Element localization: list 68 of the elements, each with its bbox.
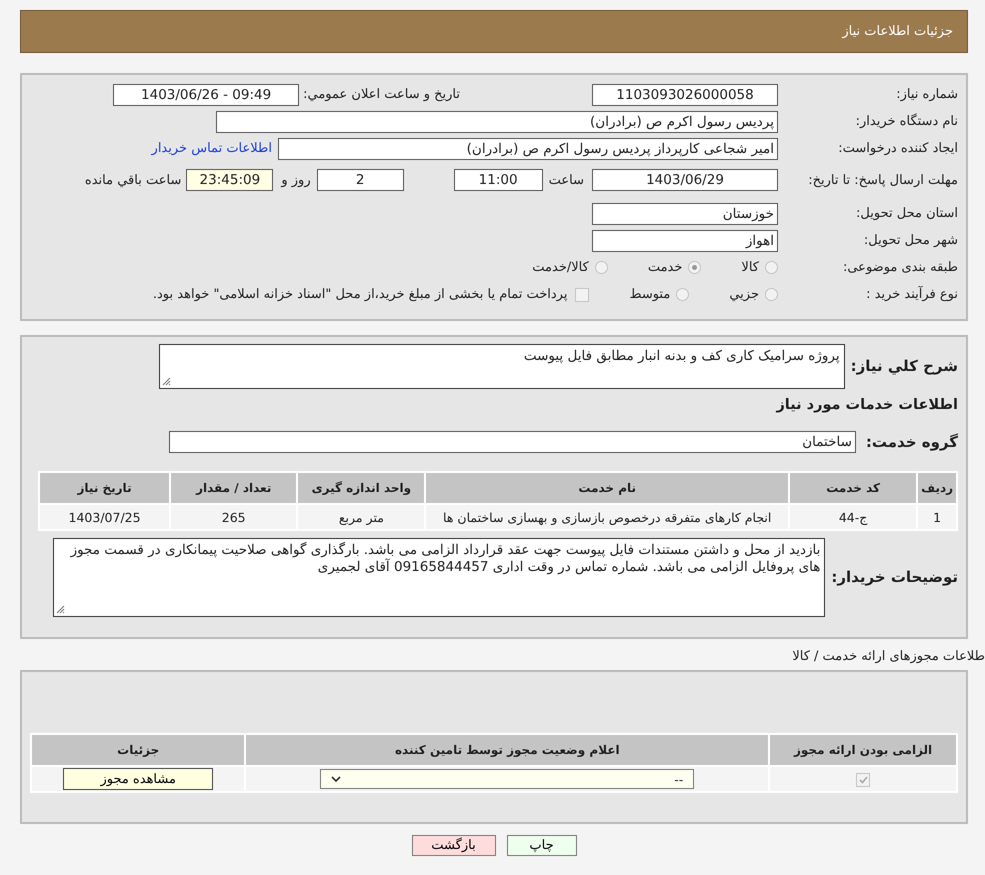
summary-text-area[interactable]: پروژه سرامیک کاری کف و بدنه انبار مطابق فایل پیوست: [158, 344, 845, 388]
buyer-org-field[interactable]: پردیس رسول اکرم ص (برادران): [216, 110, 778, 132]
field-label: استان محل تحویل:: [855, 206, 958, 221]
deadline-time-field[interactable]: 11:00: [454, 169, 543, 191]
print-button[interactable]: چاپ: [506, 835, 576, 856]
column-header: تعداد / مقدار: [170, 472, 298, 504]
section-title: اطلاعات خدمات مورد نیاز: [774, 397, 958, 413]
field-label: تاریخ و ساعت اعلان عمومي:: [303, 87, 460, 102]
checkbox[interactable]: [856, 772, 870, 786]
view-permit-button[interactable]: مشاهده مجوز: [63, 768, 214, 790]
buyer-notes-text-area[interactable]: بازدید از محل و داشتن مستندات فایل پیوست جهت عقد قرارداد الزامی می باشد. بارگذاری گواهی صلاحیت پیمانکاری در قسمت مجوز های پروفایل الزامی می باشد. شماره تماس در وقت اداری 09165844457 آقای لجمیری: [53, 538, 826, 616]
radio-button[interactable]: [594, 261, 608, 274]
radio-label: جزیي: [729, 287, 759, 302]
column-header: کد خدمت: [788, 472, 918, 504]
field-label: گروه خدمت:: [866, 433, 958, 451]
field-label: طبقه بندی موضوعی:: [842, 260, 958, 275]
radio-button[interactable]: [676, 288, 690, 301]
chevron-down-icon: [331, 776, 342, 782]
field-label: شرح کلي نیاز:: [850, 357, 958, 375]
column-header: جزئیات: [31, 734, 246, 766]
radio-label: کالا/خدمت: [532, 260, 589, 275]
field-label: روز و: [281, 172, 311, 188]
city-field[interactable]: اهواز: [592, 230, 778, 252]
column-header: نام خدمت: [425, 472, 789, 504]
need-number-field[interactable]: 1103093026000058: [592, 84, 778, 106]
radio-button[interactable]: [765, 261, 778, 274]
field-label: ساعت: [548, 172, 584, 188]
page-header: جزئیات اطلاعات نیاز: [20, 10, 968, 53]
table-cell: ج-44: [788, 504, 918, 530]
resize-grip-icon[interactable]: [162, 376, 171, 386]
field-label: ساعت باقي مانده: [84, 172, 182, 188]
deadline-date-field[interactable]: 1403/06/29: [592, 169, 778, 191]
check-icon: [858, 776, 868, 784]
days-field[interactable]: 2: [316, 169, 404, 191]
table-cell: 1403/07/25: [39, 504, 170, 530]
buyer-contact-link[interactable]: اطلاعات تماس خریدار: [152, 141, 272, 156]
status-dropdown[interactable]: --: [320, 769, 694, 789]
column-header: ردیف: [917, 472, 957, 504]
column-header: واحد اندازه گیری: [297, 472, 426, 504]
field-label: شماره نیاز:: [895, 87, 958, 102]
province-field[interactable]: خوزستان: [592, 202, 778, 224]
table-cell: متر مربع: [297, 504, 426, 530]
field-label: نوع فرآیند خرید :: [865, 287, 958, 302]
service-group-field[interactable]: ساختمان: [168, 431, 856, 453]
field-label: توضیحات خریدار:: [831, 568, 958, 586]
section-title: طلاعات مجوزهای ارائه خدمت / کالا: [791, 649, 985, 664]
table-cell: 265: [170, 504, 298, 530]
field-label: شهر محل تحویل:: [862, 233, 958, 248]
radio-label: خدمت: [648, 260, 682, 275]
field-label: ایجاد کننده درخواست:: [837, 141, 958, 156]
remaining-time-field[interactable]: 23:45:09: [186, 169, 274, 191]
back-button[interactable]: بازگشت: [412, 835, 496, 856]
field-label: مهلت ارسال پاسخ: تا تاریخ:: [807, 172, 958, 188]
requester-field[interactable]: امیر شجاعی کارپرداز پردیس رسول اکرم ص (برادران): [278, 138, 778, 160]
table-cell: انجام کارهای متفرقه درخصوص بازسازی و بهسازی ساختمان ها: [425, 504, 789, 530]
column-header: تاریخ نیاز: [39, 472, 170, 504]
announce-date-field[interactable]: 1403/06/26 - 09:49: [113, 84, 300, 106]
radio-button[interactable]: [688, 261, 702, 274]
checkbox[interactable]: [575, 288, 590, 302]
radio-label: کالا: [741, 260, 759, 275]
table-cell: 1: [917, 504, 957, 530]
radio-button[interactable]: [765, 288, 778, 301]
payment-note: پرداخت تمام یا بخشی از مبلغ خرید،از محل "اسناد خزانه اسلامی" خواهد بود.: [152, 287, 568, 302]
column-header: اعلام وضعیت مجوز توسط تامین کننده: [245, 734, 770, 766]
radio-label: متوسط: [629, 287, 670, 302]
field-label: نام دستگاه خریدار:: [854, 114, 958, 129]
resize-grip-icon[interactable]: [56, 604, 66, 614]
column-header: الزامی بودن ارائه مجوز: [769, 734, 957, 766]
